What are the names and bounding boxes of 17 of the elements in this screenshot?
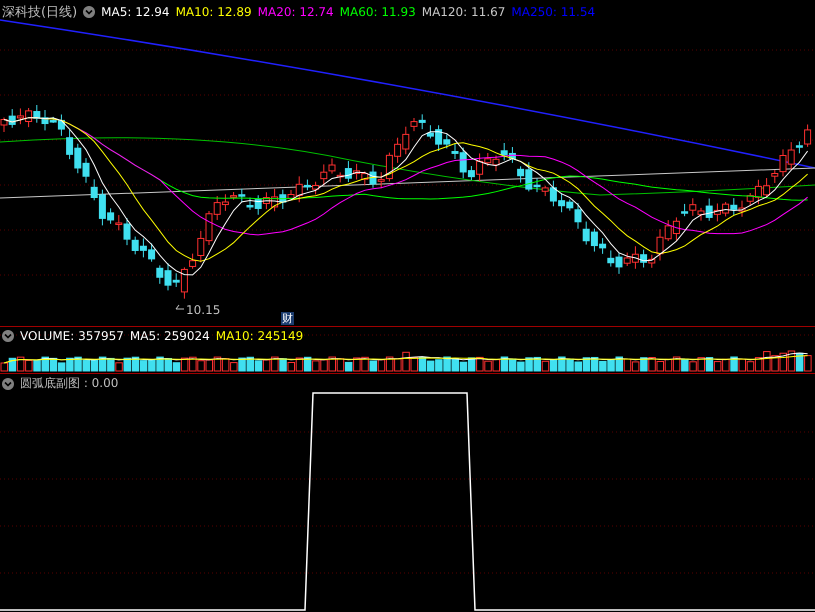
stock-title: 深科技(日线) [2, 4, 78, 21]
indicator-value: MA5: 12.94 [101, 5, 170, 19]
indicator-value: MA20: 12.74 [258, 5, 334, 19]
indicator-value: MA60: 11.93 [340, 5, 416, 19]
collapse-icon[interactable] [83, 6, 96, 18]
indicator-value: MA10: 245149 [216, 329, 304, 343]
collapse-icon[interactable] [2, 330, 14, 342]
collapse-icon[interactable] [2, 378, 14, 390]
news-badge[interactable]: 财 [281, 312, 294, 325]
indicator-value: MA250: 11.54 [511, 5, 596, 19]
indicator-value: MA5: 259024 [130, 329, 210, 343]
indicator-value: MA10: 12.89 [176, 5, 252, 19]
indicator-value: 圆弧底副图 : 0.00 [20, 375, 118, 392]
low-price-label: 10.15 [186, 303, 220, 317]
indicator-value: VOLUME: 357957 [20, 329, 124, 343]
indicator-value: MA120: 11.67 [422, 5, 506, 19]
low-price-arrow [176, 304, 184, 310]
